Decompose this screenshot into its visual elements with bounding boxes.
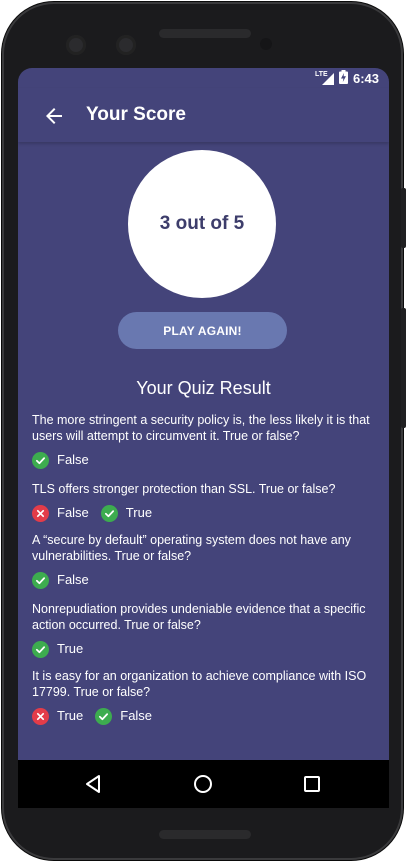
recents-square-icon: [304, 776, 320, 792]
check-circle-icon: [32, 571, 49, 589]
question-item: It is easy for an organization to achiev…: [32, 668, 377, 725]
question-text: TLS offers stronger protection than SSL.…: [32, 482, 336, 496]
x-circle-icon: [32, 707, 49, 725]
correct-answer: False: [95, 707, 153, 725]
check-circle-icon: [32, 640, 49, 658]
correct-answer: False: [32, 571, 89, 589]
question-text: A “secure by default” operating system d…: [32, 533, 351, 563]
score-circle: 3 out of 5: [128, 150, 276, 298]
nav-recents-button[interactable]: [300, 772, 324, 796]
check-circle-icon: [32, 451, 49, 469]
status-bar: LTE 6:43: [18, 68, 389, 88]
question-item: Nonrepudiation provides undeniable evide…: [32, 601, 377, 658]
correct-answer: True: [32, 640, 84, 658]
correct-answer: False: [32, 451, 89, 469]
volume-button: [401, 308, 406, 428]
proximity-sensor: [260, 38, 272, 50]
power-button: [401, 188, 406, 248]
front-sensor: [116, 35, 136, 55]
nav-home-button[interactable]: [191, 772, 215, 796]
answer-row: False True: [32, 504, 377, 522]
back-triangle-icon: [86, 775, 100, 793]
correct-answer: True: [100, 504, 153, 522]
front-camera: [66, 35, 86, 55]
answer-row: False: [32, 451, 377, 469]
answer-row: True False: [32, 707, 377, 725]
back-button[interactable]: [42, 104, 66, 128]
nav-back-button[interactable]: [82, 772, 106, 796]
answer-label: True: [57, 708, 84, 723]
answer-label: False: [57, 572, 89, 587]
answer-label: True: [57, 641, 84, 656]
clock: 6:43: [352, 71, 379, 86]
screen: LTE 6:43 Your Score 3 out of 5 PLAY AGAI…: [18, 68, 389, 808]
answer-label: True: [125, 505, 153, 520]
question-item: The more stringent a security policy is,…: [32, 412, 377, 469]
app-bar: Your Score: [18, 88, 389, 142]
navigation-bar: [18, 760, 389, 808]
check-circle-icon: [100, 504, 118, 522]
question-list: The more stringent a security policy is,…: [32, 412, 377, 735]
wrong-answer: False: [32, 504, 89, 522]
lte-signal-icon: LTE: [315, 71, 335, 86]
home-circle-icon: [194, 775, 212, 793]
answer-label: False: [57, 505, 89, 520]
bottom-speaker: [159, 830, 251, 839]
score-text: 3 out of 5: [159, 213, 245, 234]
question-item: A “secure by default” operating system d…: [32, 532, 377, 589]
answer-label: False: [120, 708, 153, 723]
quiz-result-heading: Your Quiz Result: [136, 378, 271, 398]
arrow-left-icon: [46, 108, 62, 124]
wrong-answer: True: [32, 707, 84, 725]
x-circle-icon: [32, 504, 49, 522]
question-text: The more stringent a security policy is,…: [32, 413, 370, 443]
question-item: TLS offers stronger protection than SSL.…: [32, 481, 377, 522]
play-again-button[interactable]: PLAY AGAIN!: [118, 312, 287, 349]
question-text: It is easy for an organization to achiev…: [32, 669, 367, 699]
question-text: Nonrepudiation provides undeniable evide…: [32, 602, 366, 632]
page-title: Your Score: [86, 104, 186, 125]
check-circle-icon: [95, 707, 113, 725]
battery-charging-icon: [338, 70, 348, 87]
earpiece-speaker: [159, 29, 251, 38]
answer-row: False: [32, 571, 377, 589]
answer-row: True: [32, 640, 377, 658]
answer-label: False: [57, 452, 89, 467]
